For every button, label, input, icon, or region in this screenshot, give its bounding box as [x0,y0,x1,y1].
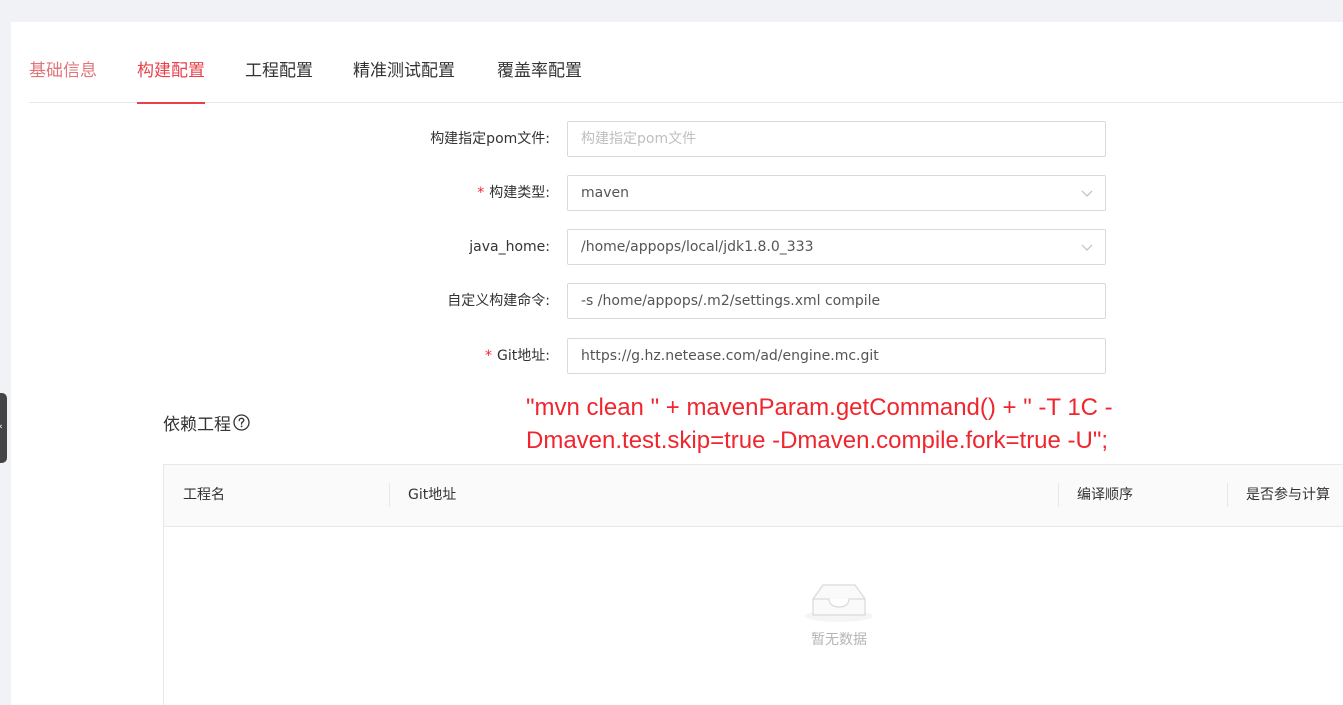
build-type-select[interactable]: maven [567,175,1106,211]
table-header: 工程名 Git地址 编译顺序 是否参与计算 [164,465,1343,527]
chevron-down-icon [1081,244,1093,251]
col-build-order[interactable]: 编译顺序 [1077,465,1133,526]
top-strip [0,0,1343,22]
deps-title: 依赖工程 [163,410,250,435]
tab-basic-info[interactable]: 基础信息 [29,58,97,103]
side-collapse-handle[interactable]: ‹ [0,393,7,463]
column-divider [1058,483,1059,507]
tab-precise-test-config[interactable]: 精准测试配置 [353,58,455,103]
col-project-name[interactable]: 工程名 [183,465,225,526]
col-git-url[interactable]: Git地址 [408,465,456,526]
java-home-label: java_home: [469,239,550,255]
build-type-row: * 构建类型: maven [11,175,1343,211]
annotation-text: "mvn clean " + mavenParam.getCommand() +… [526,391,1246,457]
deps-table: 工程名 Git地址 编译顺序 是否参与计算 暂无数据 [163,464,1343,705]
git-url-input[interactable]: https://g.hz.netease.com/ad/engine.mc.gi… [567,338,1106,374]
tab-bar: 基础信息 构建配置 工程配置 精准测试配置 覆盖率配置 [29,58,1343,104]
java-home-row: java_home: /home/appops/local/jdk1.8.0_3… [11,229,1343,265]
column-divider [1227,483,1228,507]
java-home-select[interactable]: /home/appops/local/jdk1.8.0_333 [567,229,1106,265]
pom-file-label: 构建指定pom文件: [430,131,550,147]
custom-command-label: 自定义构建命令: [447,293,550,309]
annotation-line-1: "mvn clean " + mavenParam.getCommand() +… [526,394,1113,421]
tab-build-config[interactable]: 构建配置 [137,58,205,104]
tab-project-config[interactable]: 工程配置 [245,58,313,103]
build-type-label: * 构建类型: [477,185,550,201]
config-card: 基础信息 构建配置 工程配置 精准测试配置 覆盖率配置 构建指定pom文件: 构… [11,22,1343,705]
empty-text: 暂无数据 [811,632,867,648]
chevron-down-icon [1081,190,1093,197]
git-url-label: * Git地址: [485,348,550,364]
question-circle-icon[interactable] [233,414,250,431]
chevron-left-icon: ‹ [0,422,7,432]
required-mark: * [485,348,493,364]
java-home-value: /home/appops/local/jdk1.8.0_333 [581,239,814,255]
pom-file-input[interactable]: 构建指定pom文件 [567,121,1106,157]
column-divider [389,483,390,507]
custom-command-row: 自定义构建命令: -s /home/appops/.m2/settings.xm… [11,283,1343,319]
empty-inbox-icon [805,584,873,622]
git-url-row: * Git地址: https://g.hz.netease.com/ad/engi… [11,338,1343,374]
deps-title-text: 依赖工程 [163,415,231,435]
custom-command-input[interactable]: -s /home/appops/.m2/settings.xml compile [567,283,1106,319]
pom-file-row: 构建指定pom文件: 构建指定pom文件 [11,121,1343,157]
empty-state: 暂无数据 [769,577,909,649]
tab-coverage-config[interactable]: 覆盖率配置 [497,58,582,103]
annotation-line-2: Dmaven.test.skip=true -Dmaven.compile.fo… [526,427,1109,454]
required-mark: * [477,185,485,201]
col-participate-calc[interactable]: 是否参与计算 [1246,465,1330,526]
build-type-value: maven [581,185,629,201]
